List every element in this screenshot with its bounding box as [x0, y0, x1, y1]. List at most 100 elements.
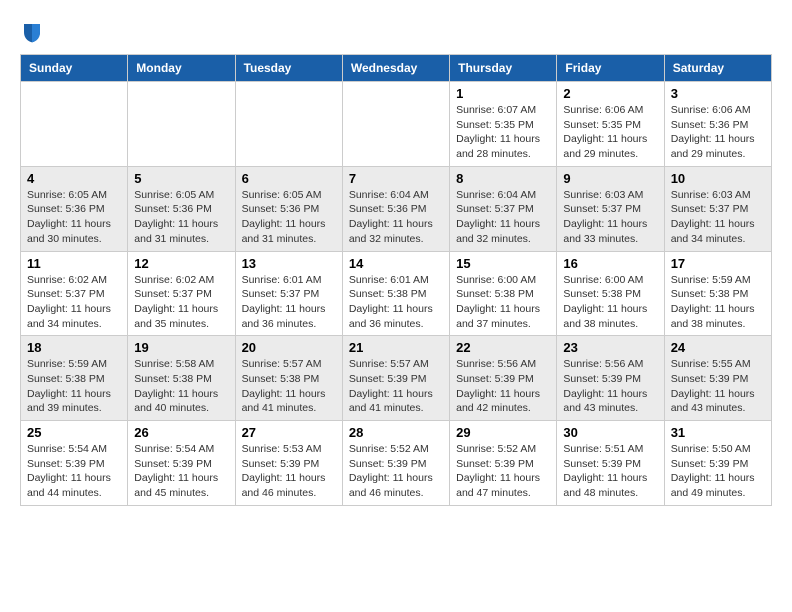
logo [20, 20, 48, 44]
day-number: 26 [134, 425, 228, 440]
day-number: 11 [27, 256, 121, 271]
day-number: 6 [242, 171, 336, 186]
day-header-thursday: Thursday [450, 55, 557, 82]
day-number: 22 [456, 340, 550, 355]
day-number: 12 [134, 256, 228, 271]
calendar-cell: 4 Sunrise: 6:05 AM Sunset: 5:36 PM Daylig… [21, 166, 128, 251]
day-number: 9 [563, 171, 657, 186]
calendar-cell: 19Sunrise: 5:58 AM Sunset: 5:38 PM Dayli… [128, 336, 235, 421]
calendar-cell [342, 82, 449, 167]
day-number: 14 [349, 256, 443, 271]
calendar-cell: 30 Sunrise: 5:51 AM Sunset: 5:39 PM Dayli… [557, 421, 664, 506]
day-number: 18 [27, 340, 121, 355]
calendar-cell: 18 Sunrise: 5:59 AM Sunset: 5:38 PM Dayli… [21, 336, 128, 421]
calendar-cell: 10Sunrise: 6:03 AM Sunset: 5:37 PM Dayli… [664, 166, 771, 251]
day-info: Sunrise: 6:01 AM Sunset: 5:37 PM Dayligh… [242, 273, 336, 332]
day-info: Sunrise: 5:57 AM Sunset: 5:39 PM Dayligh… [349, 357, 443, 416]
calendar-cell: 21 Sunrise: 5:57 AM Sunset: 5:39 PM Dayli… [342, 336, 449, 421]
calendar-cell: 2Sunrise: 6:06 AM Sunset: 5:35 PM Daylig… [557, 82, 664, 167]
day-info: Sunrise: 6:05 AM Sunset: 5:36 PM Dayligh… [134, 188, 228, 247]
logo-icon [20, 20, 44, 44]
day-info: Sunrise: 5:58 AM Sunset: 5:38 PM Dayligh… [134, 357, 228, 416]
calendar-cell: 6 Sunrise: 6:05 AM Sunset: 5:36 PM Daylig… [235, 166, 342, 251]
day-info: Sunrise: 6:05 AM Sunset: 5:36 PM Dayligh… [242, 188, 336, 247]
day-number: 7 [349, 171, 443, 186]
calendar-week-2: 4 Sunrise: 6:05 AM Sunset: 5:36 PM Daylig… [21, 166, 772, 251]
day-info: Sunrise: 5:52 AM Sunset: 5:39 PM Dayligh… [349, 442, 443, 501]
calendar-cell: 22 Sunrise: 5:56 AM Sunset: 5:39 PM Dayli… [450, 336, 557, 421]
day-info: Sunrise: 5:55 AM Sunset: 5:39 PM Dayligh… [671, 357, 765, 416]
calendar-cell: 13Sunrise: 6:01 AM Sunset: 5:37 PM Dayli… [235, 251, 342, 336]
day-info: Sunrise: 5:59 AM Sunset: 5:38 PM Dayligh… [671, 273, 765, 332]
calendar-cell: 1 Sunrise: 6:07 AM Sunset: 5:35 PM Daylig… [450, 82, 557, 167]
calendar-cell: 15 Sunrise: 6:00 AM Sunset: 5:38 PM Dayli… [450, 251, 557, 336]
calendar-cell: 5 Sunrise: 6:05 AM Sunset: 5:36 PM Daylig… [128, 166, 235, 251]
day-number: 10 [671, 171, 765, 186]
day-info: Sunrise: 6:03 AM Sunset: 5:37 PM Dayligh… [563, 188, 657, 247]
day-info: Sunrise: 6:07 AM Sunset: 5:35 PM Dayligh… [456, 103, 550, 162]
calendar-table: SundayMondayTuesdayWednesdayThursdayFrid… [20, 54, 772, 506]
calendar-week-5: 25 Sunrise: 5:54 AM Sunset: 5:39 PM Dayli… [21, 421, 772, 506]
day-number: 17 [671, 256, 765, 271]
day-header-sunday: Sunday [21, 55, 128, 82]
calendar-cell: 29Sunrise: 5:52 AM Sunset: 5:39 PM Dayli… [450, 421, 557, 506]
day-number: 27 [242, 425, 336, 440]
calendar-cell: 11 Sunrise: 6:02 AM Sunset: 5:37 PM Dayli… [21, 251, 128, 336]
calendar-cell: 14Sunrise: 6:01 AM Sunset: 5:38 PM Dayli… [342, 251, 449, 336]
day-info: Sunrise: 6:06 AM Sunset: 5:35 PM Dayligh… [563, 103, 657, 162]
day-number: 1 [456, 86, 550, 101]
day-number: 21 [349, 340, 443, 355]
day-info: Sunrise: 5:53 AM Sunset: 5:39 PM Dayligh… [242, 442, 336, 501]
calendar-cell: 9 Sunrise: 6:03 AM Sunset: 5:37 PM Daylig… [557, 166, 664, 251]
day-info: Sunrise: 6:00 AM Sunset: 5:38 PM Dayligh… [563, 273, 657, 332]
day-number: 3 [671, 86, 765, 101]
day-info: Sunrise: 5:56 AM Sunset: 5:39 PM Dayligh… [563, 357, 657, 416]
calendar-body: 1 Sunrise: 6:07 AM Sunset: 5:35 PM Daylig… [21, 82, 772, 506]
day-header-wednesday: Wednesday [342, 55, 449, 82]
calendar-cell: 16Sunrise: 6:00 AM Sunset: 5:38 PM Dayli… [557, 251, 664, 336]
day-number: 5 [134, 171, 228, 186]
day-info: Sunrise: 6:02 AM Sunset: 5:37 PM Dayligh… [27, 273, 121, 332]
day-number: 8 [456, 171, 550, 186]
day-info: Sunrise: 5:52 AM Sunset: 5:39 PM Dayligh… [456, 442, 550, 501]
day-info: Sunrise: 6:02 AM Sunset: 5:37 PM Dayligh… [134, 273, 228, 332]
day-info: Sunrise: 5:54 AM Sunset: 5:39 PM Dayligh… [134, 442, 228, 501]
day-number: 23 [563, 340, 657, 355]
calendar-cell: 28Sunrise: 5:52 AM Sunset: 5:39 PM Dayli… [342, 421, 449, 506]
day-number: 20 [242, 340, 336, 355]
calendar-cell: 23 Sunrise: 5:56 AM Sunset: 5:39 PM Dayli… [557, 336, 664, 421]
day-info: Sunrise: 5:50 AM Sunset: 5:39 PM Dayligh… [671, 442, 765, 501]
calendar-cell: 24Sunrise: 5:55 AM Sunset: 5:39 PM Dayli… [664, 336, 771, 421]
day-header-saturday: Saturday [664, 55, 771, 82]
day-info: Sunrise: 6:00 AM Sunset: 5:38 PM Dayligh… [456, 273, 550, 332]
day-header-monday: Monday [128, 55, 235, 82]
calendar-cell: 12 Sunrise: 6:02 AM Sunset: 5:37 PM Dayli… [128, 251, 235, 336]
day-number: 15 [456, 256, 550, 271]
calendar-cell [21, 82, 128, 167]
calendar-cell: 3 Sunrise: 6:06 AM Sunset: 5:36 PM Daylig… [664, 82, 771, 167]
calendar-cell: 31 Sunrise: 5:50 AM Sunset: 5:39 PM Dayli… [664, 421, 771, 506]
calendar-cell: 20Sunrise: 5:57 AM Sunset: 5:38 PM Dayli… [235, 336, 342, 421]
calendar-cell [128, 82, 235, 167]
calendar-header: SundayMondayTuesdayWednesdayThursdayFrid… [21, 55, 772, 82]
day-info: Sunrise: 6:04 AM Sunset: 5:37 PM Dayligh… [456, 188, 550, 247]
calendar-cell: 8 Sunrise: 6:04 AM Sunset: 5:37 PM Daylig… [450, 166, 557, 251]
calendar-week-1: 1 Sunrise: 6:07 AM Sunset: 5:35 PM Daylig… [21, 82, 772, 167]
day-info: Sunrise: 6:06 AM Sunset: 5:36 PM Dayligh… [671, 103, 765, 162]
day-info: Sunrise: 6:04 AM Sunset: 5:36 PM Dayligh… [349, 188, 443, 247]
day-info: Sunrise: 6:05 AM Sunset: 5:36 PM Dayligh… [27, 188, 121, 247]
day-number: 31 [671, 425, 765, 440]
calendar-cell: 25 Sunrise: 5:54 AM Sunset: 5:39 PM Dayli… [21, 421, 128, 506]
day-info: Sunrise: 5:51 AM Sunset: 5:39 PM Dayligh… [563, 442, 657, 501]
day-number: 30 [563, 425, 657, 440]
days-of-week-row: SundayMondayTuesdayWednesdayThursdayFrid… [21, 55, 772, 82]
calendar-cell: 7 Sunrise: 6:04 AM Sunset: 5:36 PM Daylig… [342, 166, 449, 251]
day-info: Sunrise: 5:56 AM Sunset: 5:39 PM Dayligh… [456, 357, 550, 416]
calendar-week-4: 18 Sunrise: 5:59 AM Sunset: 5:38 PM Dayli… [21, 336, 772, 421]
day-info: Sunrise: 5:54 AM Sunset: 5:39 PM Dayligh… [27, 442, 121, 501]
day-number: 25 [27, 425, 121, 440]
day-number: 4 [27, 171, 121, 186]
calendar-cell [235, 82, 342, 167]
day-info: Sunrise: 5:59 AM Sunset: 5:38 PM Dayligh… [27, 357, 121, 416]
page-header [20, 20, 772, 44]
